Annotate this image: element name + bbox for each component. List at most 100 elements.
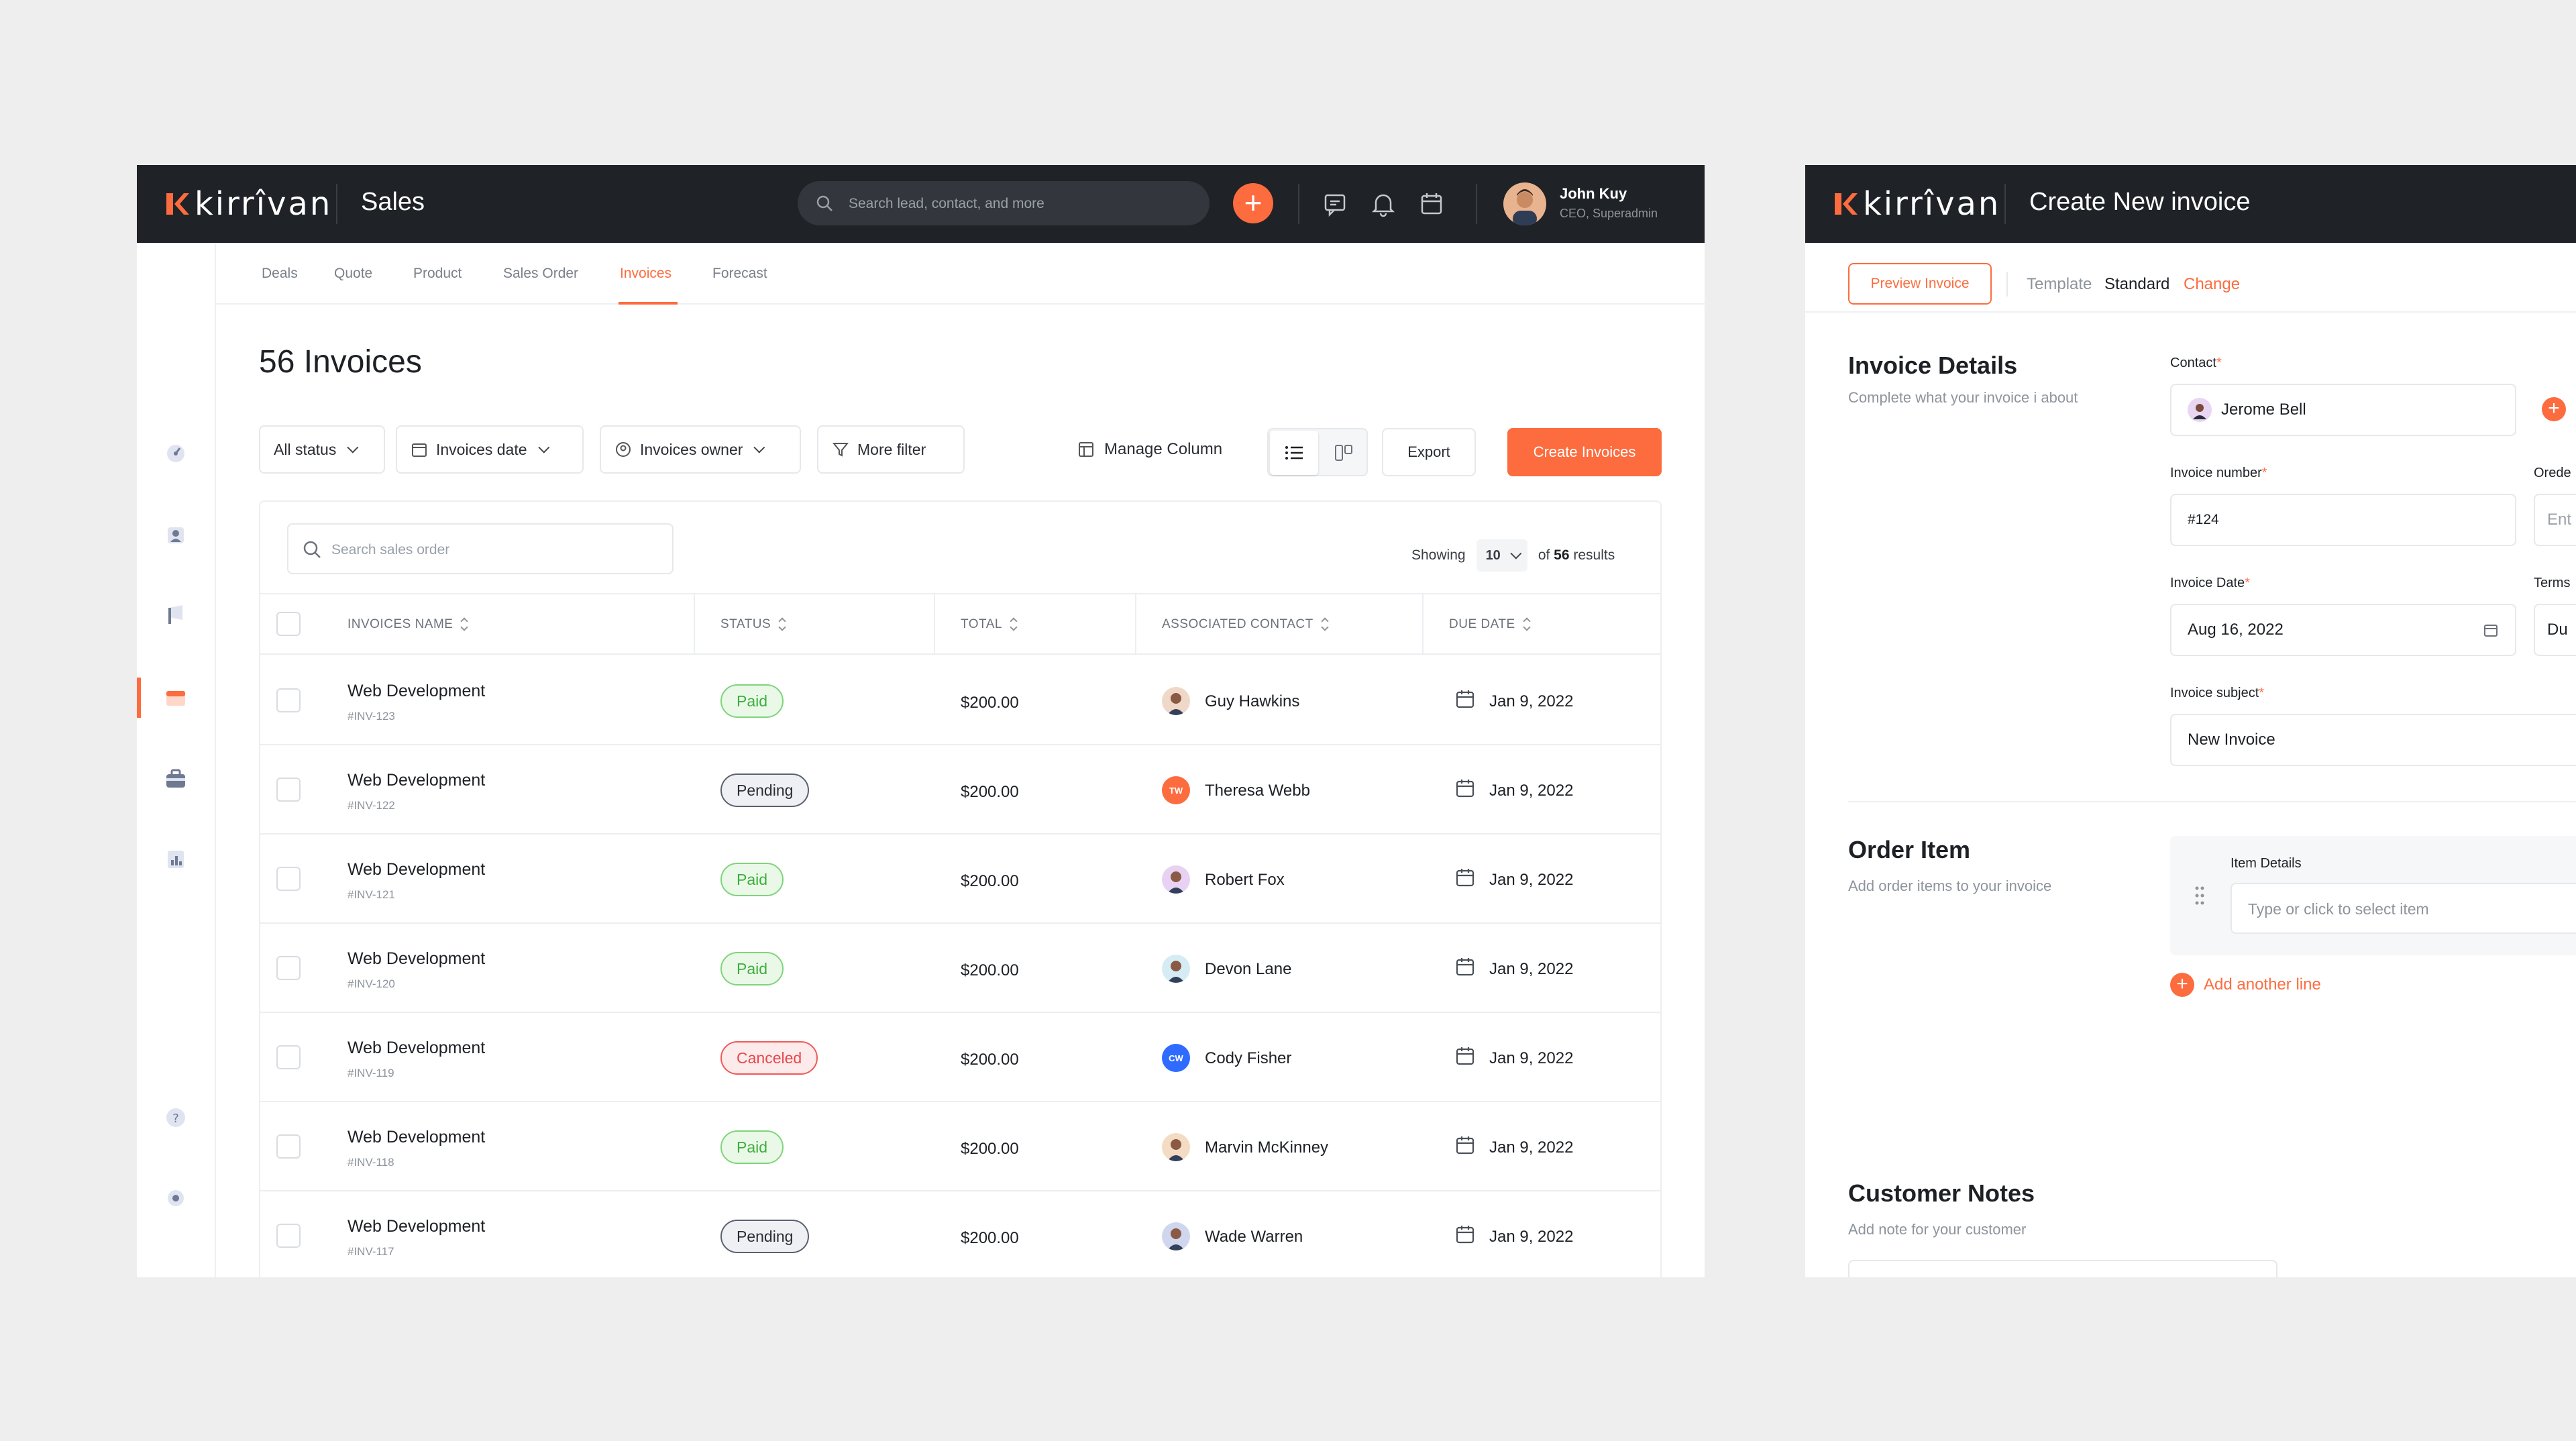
row-checkbox[interactable] xyxy=(276,1224,301,1248)
row-checkbox[interactable] xyxy=(276,867,301,891)
column-header-contact[interactable]: ASSOCIATED CONTACT xyxy=(1162,617,1328,632)
contact-name[interactable]: Devon Lane xyxy=(1205,960,1291,979)
invoice-subject-field[interactable]: New Invoice xyxy=(2170,714,2576,766)
invoice-name[interactable]: Web Development xyxy=(347,1217,485,1236)
logo-mark-icon xyxy=(1835,193,1858,215)
tab-deals[interactable]: Deals xyxy=(262,266,298,282)
campaign-icon[interactable] xyxy=(162,601,189,628)
date-filter[interactable]: Invoices date xyxy=(396,425,584,474)
invoice-name[interactable]: Web Development xyxy=(347,860,485,879)
select-all-checkbox[interactable] xyxy=(276,612,301,636)
quick-add-button[interactable]: + xyxy=(1233,183,1273,223)
results-count: of 56 results xyxy=(1538,547,1615,564)
invoice-id: #INV-121 xyxy=(347,888,395,901)
change-template-link[interactable]: Change xyxy=(2184,275,2240,294)
tab-invoices[interactable]: Invoices xyxy=(620,266,672,282)
invoice-name[interactable]: Web Development xyxy=(347,949,485,969)
create-invoices-button[interactable]: Create Invoices xyxy=(1507,428,1662,476)
customer-notes-field[interactable] xyxy=(1848,1260,2277,1277)
settings-icon[interactable] xyxy=(162,1185,189,1212)
brand-name: kirrîvan xyxy=(195,185,333,223)
contact-field[interactable]: Jerome Bell xyxy=(2170,384,2516,436)
contact-name[interactable]: Guy Hawkins xyxy=(1205,692,1299,711)
user-role: CEO, Superadmin xyxy=(1560,207,1658,220)
contacts-icon[interactable] xyxy=(162,521,189,547)
template-value: Standard xyxy=(2104,275,2170,293)
manage-column-button[interactable]: Manage Column xyxy=(1077,440,1222,459)
table-row[interactable]: Web Development #INV-123 Paid $200.00 Guy Ha… xyxy=(260,656,1660,745)
preview-invoice-button[interactable]: Preview Invoice xyxy=(1848,263,1992,305)
user-avatar[interactable] xyxy=(1503,182,1546,225)
tab-sales-order[interactable]: Sales Order xyxy=(503,266,578,282)
invoice-id: #INV-122 xyxy=(347,799,395,812)
invoice-number-field[interactable]: #124 xyxy=(2170,494,2516,546)
showing-label: Showing xyxy=(1411,547,1466,563)
item-select-input[interactable]: Type or click to select item xyxy=(2231,883,2576,934)
sidebar-active-indicator xyxy=(137,678,141,718)
column-header-total[interactable]: TOTAL xyxy=(961,617,1017,632)
table-search-input[interactable]: Search sales order xyxy=(287,523,674,574)
chevron-down-icon xyxy=(753,441,765,453)
help-icon[interactable]: ? xyxy=(162,1104,189,1131)
tab-quote[interactable]: Quote xyxy=(334,266,372,282)
table-row[interactable]: Web Development #INV-120 Paid $200.00 Devon … xyxy=(260,924,1660,1013)
add-another-line-button[interactable]: + Add another line xyxy=(2170,973,2321,997)
contact-name[interactable]: Marvin McKinney xyxy=(1205,1138,1328,1157)
invoice-name[interactable]: Web Development xyxy=(347,1038,485,1058)
add-contact-button[interactable]: + xyxy=(2542,397,2566,421)
row-checkbox[interactable] xyxy=(276,1134,301,1159)
status-filter-label: All status xyxy=(274,440,337,458)
export-button[interactable]: Export xyxy=(1382,428,1476,476)
status-badge: Paid xyxy=(720,1130,784,1164)
global-search-input[interactable]: Search lead, contact, and more xyxy=(798,181,1210,225)
invoice-total: $200.00 xyxy=(961,961,1019,979)
column-divider xyxy=(934,593,935,655)
terms-field[interactable]: Du xyxy=(2534,604,2576,656)
column-header-name[interactable]: INVOICES NAME xyxy=(347,617,468,632)
bell-icon[interactable] xyxy=(1368,189,1398,219)
contact-name[interactable]: Robert Fox xyxy=(1205,871,1285,890)
chevron-down-icon xyxy=(537,441,549,453)
chat-icon[interactable] xyxy=(1320,189,1350,219)
column-header-status[interactable]: STATUS xyxy=(720,617,786,632)
calendar-icon xyxy=(1456,958,1474,976)
sales-icon[interactable] xyxy=(162,684,189,711)
table-row[interactable]: Web Development #INV-122 Pending $200.00 TW T… xyxy=(260,745,1660,835)
table-row[interactable]: Web Development #INV-121 Paid $200.00 Robert… xyxy=(260,835,1660,924)
tab-product[interactable]: Product xyxy=(413,266,462,282)
reports-icon[interactable] xyxy=(162,845,189,872)
invoice-date-field[interactable]: Aug 16, 2022 xyxy=(2170,604,2516,656)
drag-handle-icon[interactable] xyxy=(2194,886,2205,906)
board-view-button[interactable] xyxy=(1320,431,1368,475)
order-field[interactable]: Ent xyxy=(2534,494,2576,546)
invoice-total: $200.00 xyxy=(961,783,1019,801)
row-checkbox[interactable] xyxy=(276,956,301,980)
tab-forecast[interactable]: Forecast xyxy=(712,266,767,282)
row-checkbox[interactable] xyxy=(276,688,301,712)
status-filter[interactable]: All status xyxy=(259,425,385,474)
contact-name[interactable]: Theresa Webb xyxy=(1205,782,1310,800)
owner-filter[interactable]: Invoices owner xyxy=(600,425,801,474)
row-checkbox[interactable] xyxy=(276,778,301,802)
invoice-name[interactable]: Web Development xyxy=(347,682,485,701)
table-header: INVOICES NAME STATUS TOTAL ASSOCIATED CO… xyxy=(260,593,1660,655)
table-row[interactable]: Web Development #INV-118 Paid $200.00 Marvin… xyxy=(260,1102,1660,1191)
table-row[interactable]: Web Development #INV-117 Pending $200.00 Wad… xyxy=(260,1191,1660,1277)
status-badge: Paid xyxy=(720,684,784,718)
table-row[interactable]: Web Development #INV-119 Canceled $200.00 CW… xyxy=(260,1013,1660,1102)
list-view-button[interactable] xyxy=(1270,431,1318,475)
dashboard-icon[interactable] xyxy=(162,440,189,467)
invoice-name[interactable]: Web Development xyxy=(347,771,485,790)
contact-name[interactable]: Cody Fisher xyxy=(1205,1049,1291,1068)
row-checkbox[interactable] xyxy=(276,1045,301,1069)
contact-name[interactable]: Wade Warren xyxy=(1205,1228,1303,1246)
brand-logo[interactable]: kirrîvan xyxy=(164,184,332,224)
brand-name: kirrîvan xyxy=(1863,185,2001,223)
calendar-icon[interactable] xyxy=(1417,189,1446,219)
page-size-select[interactable]: 10 xyxy=(1476,539,1527,572)
column-header-due-date[interactable]: DUE DATE xyxy=(1449,617,1530,632)
invoice-name[interactable]: Web Development xyxy=(347,1128,485,1147)
briefcase-icon[interactable] xyxy=(162,765,189,792)
brand-logo[interactable]: kirrîvan xyxy=(1832,184,2000,224)
more-filter-button[interactable]: More filter xyxy=(817,425,965,474)
